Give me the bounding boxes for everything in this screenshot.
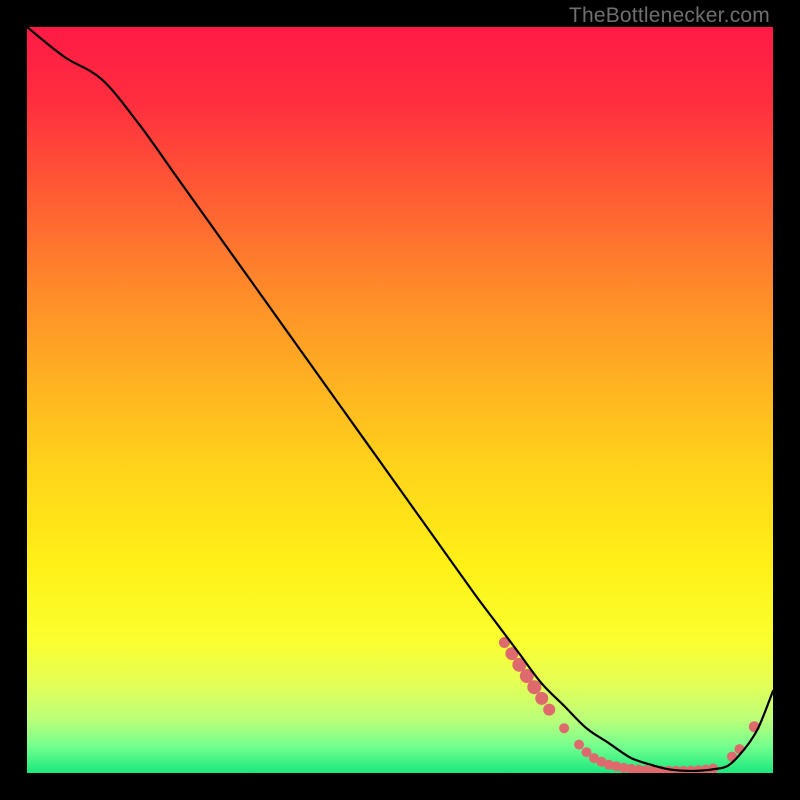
highlight-dot bbox=[559, 723, 569, 733]
highlight-dot bbox=[535, 692, 548, 705]
chart-stage: TheBottlenecker.com bbox=[0, 0, 800, 800]
bottleneck-curve bbox=[27, 27, 773, 771]
highlight-dot bbox=[543, 704, 555, 716]
highlight-dot bbox=[527, 680, 541, 694]
watermark-text: TheBottlenecker.com bbox=[569, 4, 770, 28]
highlight-dots-group bbox=[499, 637, 760, 773]
highlight-dot bbox=[574, 740, 584, 750]
curve-layer bbox=[27, 27, 773, 773]
plot-area bbox=[27, 27, 773, 773]
